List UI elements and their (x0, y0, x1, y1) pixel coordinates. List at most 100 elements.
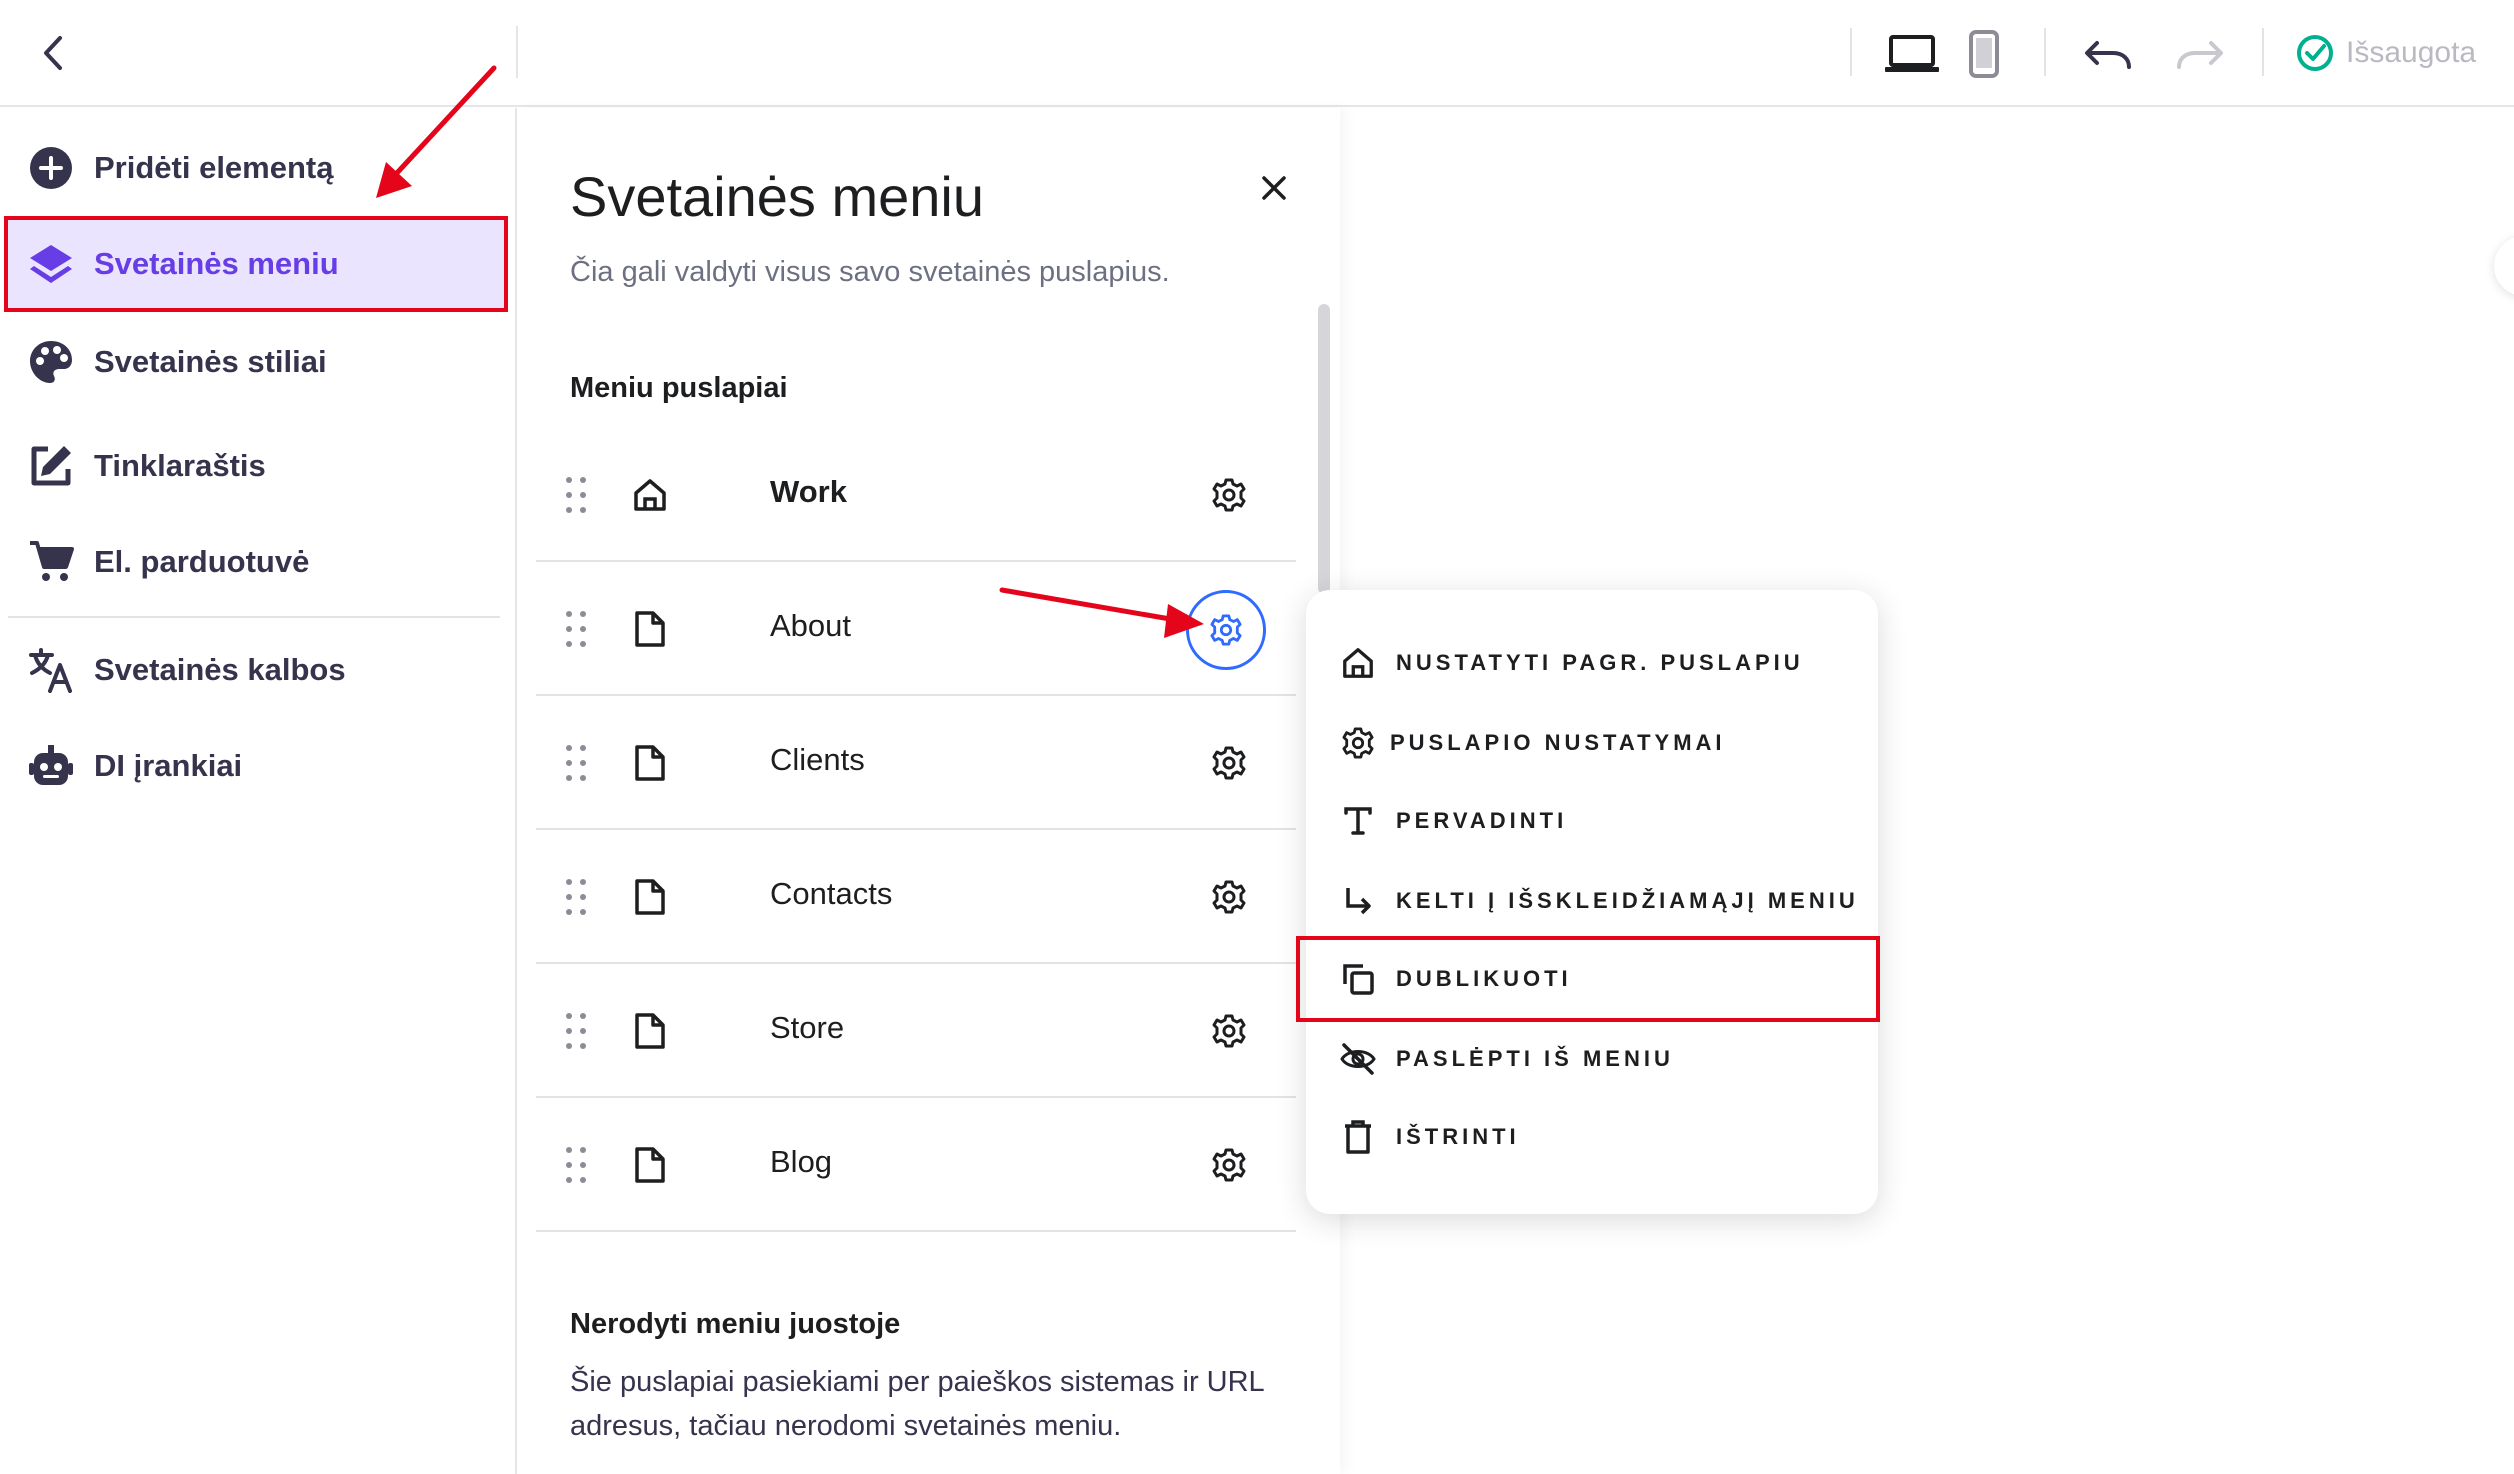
gear-icon (1210, 614, 1242, 646)
chevron-left-icon (44, 36, 62, 70)
page-name: About (770, 608, 852, 643)
file-icon (628, 1143, 672, 1187)
menu-item-move-to-dropdown[interactable]: KELTI Į IŠSKLEIDŽIAMĄJĮ MENIU (1306, 862, 1878, 940)
page-name: Contacts (770, 876, 893, 911)
menu-item-rename[interactable]: PERVADINTI (1306, 782, 1878, 860)
drag-handle-icon[interactable] (562, 1145, 590, 1185)
sidebar-item-label: Pridėti elementą (94, 150, 334, 185)
gear-icon (1212, 880, 1246, 914)
save-status: Išsaugota (2296, 28, 2476, 78)
divider (2262, 28, 2264, 76)
gear-icon (1212, 1148, 1246, 1182)
divider (1850, 28, 1852, 76)
page-row-contacts[interactable]: Contacts (536, 830, 1296, 964)
duplicate-icon (1338, 959, 1378, 999)
page-settings-button[interactable] (1206, 1142, 1252, 1188)
page-name: Blog (770, 1144, 833, 1179)
robot-icon (26, 741, 76, 791)
undo-button[interactable] (2078, 24, 2138, 84)
translate-icon (26, 645, 76, 695)
gear-icon (1212, 746, 1246, 780)
text-icon (1338, 801, 1378, 841)
menu-item-label: DUBLIKUOTI (1396, 966, 1572, 991)
hidden-pages-description: Šie puslapiai pasiekiami per paieškos si… (570, 1366, 1264, 1442)
page-name: Store (770, 1010, 845, 1045)
drag-handle-icon[interactable] (562, 743, 590, 783)
page-row-store[interactable]: Store (536, 964, 1296, 1098)
menu-item-label: PERVADINTI (1396, 808, 1568, 833)
panel-title: Svetainės meniu (570, 165, 985, 228)
undo-icon (2085, 41, 2131, 69)
menu-item-label: NUSTATYTI PAGR. PUSLAPIU (1396, 650, 1804, 675)
page-row-about[interactable]: About (536, 562, 1296, 696)
mobile-view-button[interactable] (1954, 24, 2014, 84)
menu-pages-title: Meniu puslapiai (570, 372, 788, 404)
close-icon (1262, 176, 1286, 200)
sidebar-item-blog[interactable]: Tinklaraštis (8, 422, 504, 510)
sidebar-item-site-menu[interactable]: Svetainės meniu (4, 216, 508, 312)
home-icon (1338, 643, 1378, 683)
layers-icon (26, 239, 76, 289)
redo-button[interactable] (2170, 24, 2230, 84)
gear-icon (1212, 1014, 1246, 1048)
page-row-work[interactable]: Work (536, 428, 1296, 562)
laptop-icon (1885, 35, 1939, 72)
page-settings-button[interactable] (1206, 740, 1252, 786)
page-name: Work (770, 474, 847, 509)
sidebar-item-label: Svetainės kalbos (94, 652, 346, 687)
desktop-view-button[interactable] (1882, 24, 1942, 84)
divider (516, 26, 518, 78)
arrow-turn-down-right-icon (1338, 881, 1378, 921)
file-icon (628, 607, 672, 651)
sidebar-item-store[interactable]: El. parduotuvė (8, 518, 504, 606)
saved-label: Išsaugota (2346, 36, 2477, 69)
gear-icon (1212, 478, 1246, 512)
menu-item-label: PASLĖPTI IŠ MENIU (1396, 1046, 1674, 1071)
cart-icon (26, 537, 76, 587)
eye-off-icon (1338, 1039, 1378, 1079)
menu-item-duplicate[interactable]: DUBLIKUOTI (1296, 936, 1880, 1022)
file-icon (628, 741, 672, 785)
scrollbar-thumb[interactable] (1318, 304, 1330, 594)
menu-item-set-home[interactable]: NUSTATYTI PAGR. PUSLAPIU (1306, 624, 1878, 702)
sidebar: Pridėti elementą Svetainės meniu Svetain… (0, 108, 517, 1474)
site-menu-panel: Svetainės meniu Čia gali valdyti visus s… (518, 108, 1340, 1474)
file-icon (628, 875, 672, 919)
gear-icon (1338, 723, 1378, 763)
drag-handle-icon[interactable] (562, 877, 590, 917)
back-button[interactable] (26, 26, 80, 80)
sidebar-item-languages[interactable]: Svetainės kalbos (8, 626, 504, 714)
page-name: Clients (770, 742, 865, 777)
sidebar-item-site-styles[interactable]: Svetainės stiliai (8, 318, 504, 406)
drag-handle-icon[interactable] (562, 475, 590, 515)
sidebar-item-label: Svetainės stiliai (94, 344, 327, 379)
drag-handle-icon[interactable] (562, 1011, 590, 1051)
check-circle-icon (2297, 35, 2333, 71)
page-settings-button[interactable] (1186, 590, 1266, 670)
top-bar: Išsaugota (0, 0, 2514, 107)
menu-item-label: KELTI Į IŠSKLEIDŽIAMĄJĮ MENIU (1396, 888, 1859, 913)
menu-item-delete[interactable]: IŠTRINTI (1306, 1098, 1878, 1176)
canvas-edge-handle[interactable] (2494, 236, 2514, 296)
panel-description: Čia gali valdyti visus savo svetainės pu… (570, 256, 1170, 288)
sidebar-item-label: El. parduotuvė (94, 544, 310, 579)
sidebar-item-ai-tools[interactable]: DI įrankiai (8, 722, 504, 810)
sidebar-item-label: Svetainės meniu (94, 246, 339, 281)
home-icon (628, 473, 672, 517)
close-button[interactable] (1246, 160, 1302, 216)
page-settings-button[interactable] (1206, 472, 1252, 518)
page-settings-button[interactable] (1206, 1008, 1252, 1054)
page-row-blog[interactable]: Blog (536, 1098, 1296, 1232)
page-settings-button[interactable] (1206, 874, 1252, 920)
divider (8, 616, 500, 618)
menu-item-page-settings[interactable]: PUSLAPIO NUSTATYMAI (1306, 704, 1878, 782)
page-row-clients[interactable]: Clients (536, 696, 1296, 830)
sidebar-item-label: DI įrankiai (94, 748, 243, 783)
trash-icon (1338, 1117, 1378, 1157)
redo-icon (2177, 41, 2223, 69)
page-context-menu: NUSTATYTI PAGR. PUSLAPIU PUSLAPIO NUSTAT… (1296, 590, 1880, 1214)
drag-handle-icon[interactable] (562, 609, 590, 649)
sidebar-item-add-element[interactable]: Pridėti elementą (8, 124, 504, 212)
plus-circle-icon (26, 143, 76, 193)
menu-item-hide[interactable]: PASLĖPTI IŠ MENIU (1306, 1020, 1878, 1098)
